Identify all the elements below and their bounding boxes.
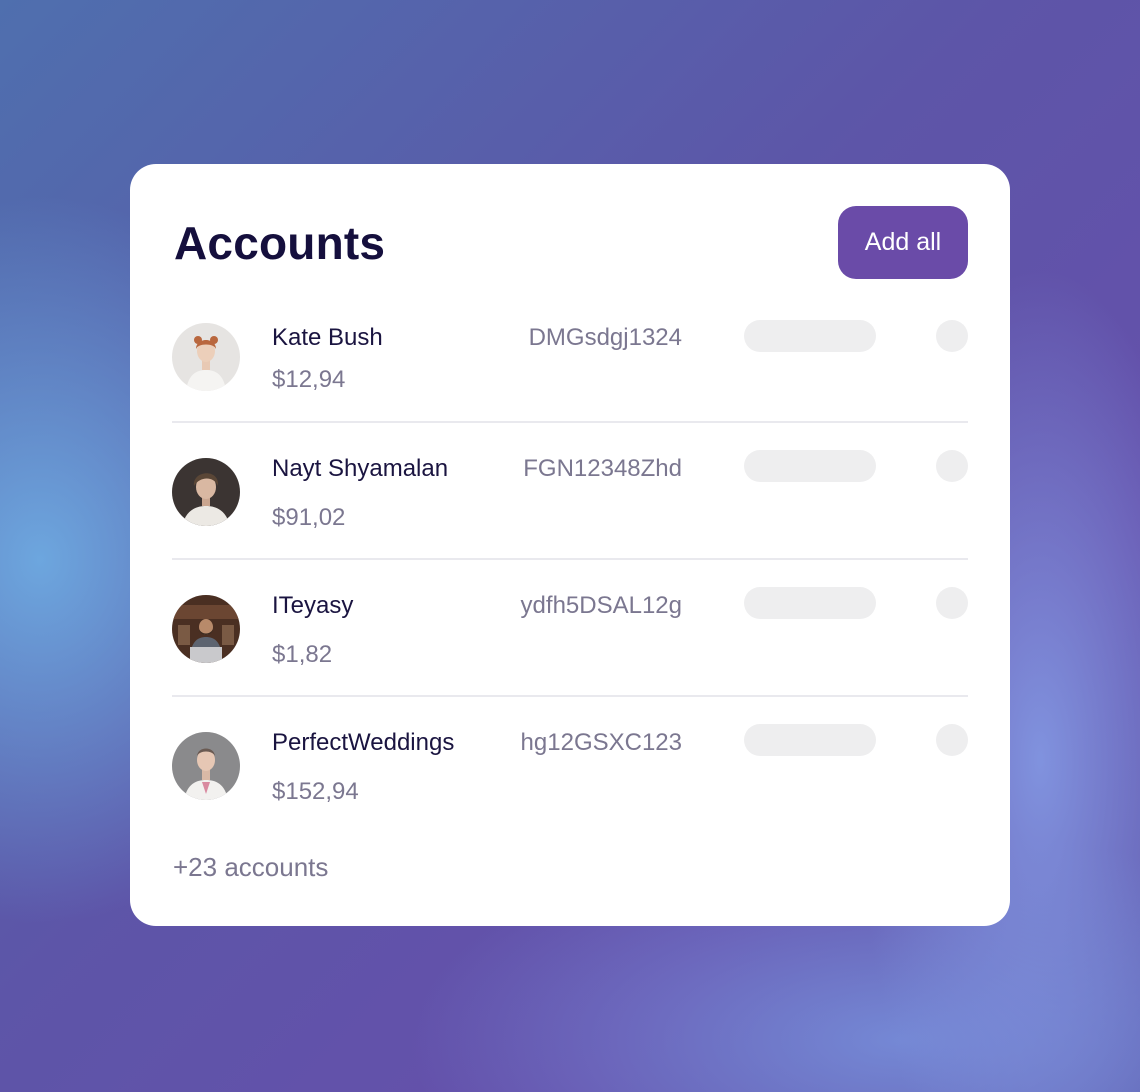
accounts-card: Accounts Add all Kate Bush $12,94 DMGsdg…: [130, 164, 1010, 926]
account-code: DMGsdgj1324: [528, 324, 682, 351]
add-all-button[interactable]: Add all: [838, 206, 968, 279]
action-placeholder[interactable]: [936, 320, 968, 352]
account-code: ydfh5DSAL12g: [520, 592, 682, 619]
account-code: FGN12348Zhd: [523, 455, 682, 482]
account-row[interactable]: PerfectWeddings $152,94 hg12GSXC123: [172, 697, 968, 834]
account-name: Kate Bush: [272, 324, 383, 351]
account-amount: $12,94: [272, 366, 346, 393]
more-accounts-link[interactable]: +23 accounts: [173, 852, 328, 883]
action-placeholder[interactable]: [936, 450, 968, 482]
account-name: ITeyasy: [272, 592, 354, 619]
status-placeholder: [744, 724, 876, 756]
account-amount: $152,94: [272, 778, 359, 805]
account-name: PerfectWeddings: [272, 729, 455, 756]
account-name: Nayt Shyamalan: [272, 455, 449, 482]
action-placeholder[interactable]: [936, 724, 968, 756]
status-placeholder: [744, 587, 876, 619]
action-placeholder[interactable]: [936, 587, 968, 619]
avatar: [172, 323, 240, 391]
avatar: [172, 458, 240, 526]
account-row[interactable]: Kate Bush $12,94 DMGsdgj1324: [172, 286, 968, 423]
status-placeholder: [744, 320, 876, 352]
account-code: hg12GSXC123: [520, 729, 682, 756]
status-placeholder: [744, 450, 876, 482]
card-title: Accounts: [174, 217, 386, 269]
avatar: [172, 595, 240, 663]
account-row[interactable]: Nayt Shyamalan $91,02 FGN12348Zhd: [172, 423, 968, 560]
account-amount: $1,82: [272, 641, 333, 668]
avatar: [172, 732, 240, 800]
account-row[interactable]: ITeyasy $1,82 ydfh5DSAL12g: [172, 560, 968, 697]
account-amount: $91,02: [272, 504, 346, 531]
